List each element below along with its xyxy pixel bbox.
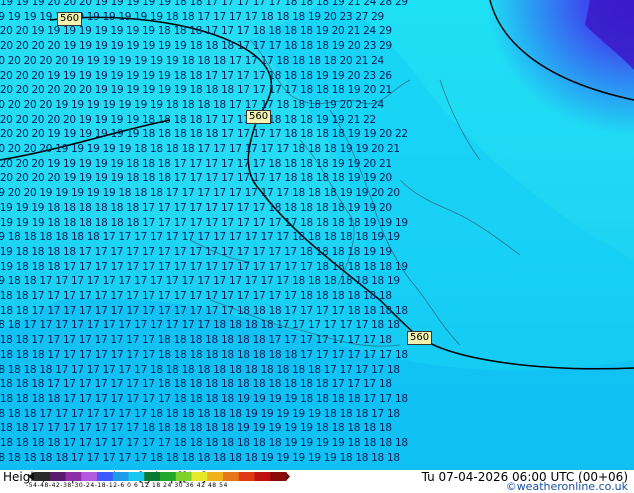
scale-swatch bbox=[207, 472, 224, 481]
scale-swatch bbox=[175, 472, 192, 481]
scale-swatch bbox=[223, 472, 240, 481]
scale-swatch bbox=[191, 472, 208, 481]
scale-arrow-right bbox=[286, 472, 290, 481]
credit-link[interactable]: ©weatheronline.co.uk bbox=[506, 480, 628, 493]
scale-arrow-left bbox=[28, 472, 34, 481]
scale-swatch bbox=[160, 472, 177, 481]
scale-swatch bbox=[97, 472, 114, 481]
scale-swatch bbox=[49, 472, 66, 481]
scale-swatch bbox=[144, 472, 161, 481]
scale-swatch bbox=[270, 472, 287, 481]
weather-map: 19 19 19 20 20 20 19 19 19 19 19 18 18 1… bbox=[0, 0, 634, 470]
scale-swatch bbox=[112, 472, 129, 481]
scale-swatch bbox=[238, 472, 255, 481]
color-scale bbox=[28, 472, 290, 481]
scale-swatch bbox=[81, 472, 98, 481]
scale-swatch bbox=[34, 472, 51, 481]
height-label: 560 bbox=[407, 331, 433, 345]
map-canvas bbox=[0, 0, 634, 470]
scale-swatch bbox=[65, 472, 82, 481]
scale-swatch bbox=[254, 472, 271, 481]
map-footer: Height/Temp. 500 hPa [gdmp][°C] ICON -54… bbox=[0, 470, 634, 493]
height-label: 560 bbox=[246, 110, 272, 124]
scale-swatch bbox=[128, 472, 145, 481]
height-label: 560 bbox=[57, 12, 83, 26]
scale-ticks: -54-48-42-38-30-24-18-12-6 0 6 12 18 24 … bbox=[26, 482, 228, 489]
